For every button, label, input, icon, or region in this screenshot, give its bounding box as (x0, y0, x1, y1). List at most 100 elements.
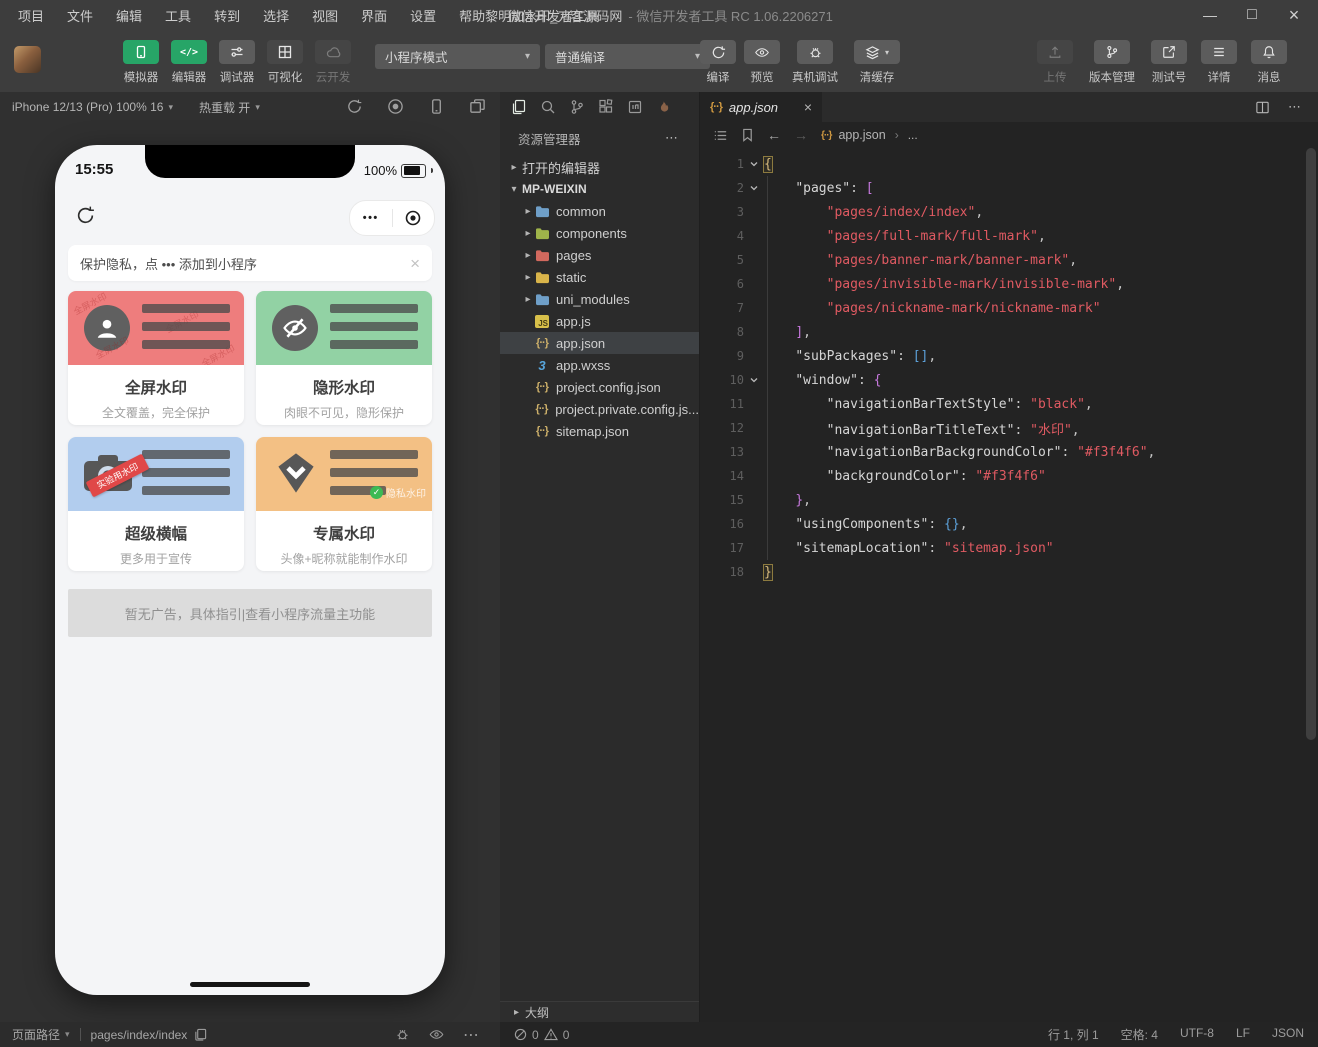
tree-item-MP-WEIXIN[interactable]: ▾ MP-WEIXIN (500, 178, 699, 200)
tree-item-app.wxss[interactable]: 3 app.wxss (500, 354, 699, 376)
menu-item-编辑[interactable]: 编辑 (112, 6, 146, 25)
code-line-15[interactable]: 15 }, (700, 488, 1318, 512)
tree-item-sitemap.json[interactable]: {··} sitemap.json (500, 420, 699, 442)
device-frame-icon[interactable] (428, 98, 445, 115)
close-button[interactable]: × (1280, 3, 1308, 27)
vconsole-bug-icon[interactable] (395, 1027, 410, 1042)
more-icon[interactable]: ⋯ (463, 1025, 480, 1045)
code-area[interactable]: 1{2 "pages": [3 "pages/index/index", 4 "p… (700, 148, 1318, 1022)
menu-item-帮助[interactable]: 帮助 (455, 6, 489, 25)
test-account-button[interactable]: 测试号 (1144, 40, 1194, 85)
menu-item-界面[interactable]: 界面 (357, 6, 391, 25)
page-path-selector[interactable]: 页面路径 (12, 1026, 60, 1043)
restart-icon[interactable] (346, 98, 363, 115)
minimize-button[interactable]: — (1196, 3, 1224, 27)
code-line-14[interactable]: 14 "backgroundColor": "#f3f4f6" (700, 464, 1318, 488)
preview-eye-icon[interactable] (429, 1027, 444, 1042)
mode-select[interactable]: 小程序模式 ▾ (375, 44, 540, 69)
compile-button[interactable]: 编译 (696, 40, 740, 85)
compile-mode-select[interactable]: 普通编译 ▾ (545, 44, 710, 69)
device-selector[interactable]: iPhone 12/13 (Pro) 100% 16 (12, 100, 163, 114)
npm-package-icon[interactable] (627, 99, 643, 115)
menu-item-工具[interactable]: 工具 (161, 6, 195, 25)
preview-button[interactable]: 预览 (740, 40, 784, 85)
capsule-close-button[interactable] (393, 209, 435, 227)
user-avatar[interactable] (14, 46, 41, 73)
code-line-9[interactable]: 9 "subPackages": [], (700, 344, 1318, 368)
tree-item-[interactable]: ▸ 打开的编辑器 (500, 156, 699, 178)
copy-path-icon[interactable] (194, 1028, 207, 1041)
status-item[interactable]: UTF-8 (1180, 1026, 1214, 1043)
details-button[interactable]: 详情 (1194, 40, 1244, 85)
code-line-1[interactable]: 1{ (700, 152, 1318, 176)
fold-chevron-icon[interactable] (744, 375, 764, 385)
menu-item-转到[interactable]: 转到 (210, 6, 244, 25)
bookmark-icon[interactable] (741, 128, 754, 142)
banner-close-icon[interactable]: × (410, 255, 420, 272)
status-item[interactable]: LF (1236, 1026, 1250, 1043)
fold-chevron-icon[interactable] (744, 183, 764, 193)
code-line-4[interactable]: 4 "pages/full-mark/full-mark", (700, 224, 1318, 248)
card-全屏水印[interactable]: 全屏水印 全屏水印 全屏水印 全屏水印全屏水印全文覆盖，完全保护 (68, 291, 244, 425)
maximize-button[interactable]: □ (1238, 3, 1266, 27)
tree-item-project.private.config.js...[interactable]: {··} project.private.config.js... (500, 398, 699, 420)
code-line-6[interactable]: 6 "pages/invisible-mark/invisible-mark", (700, 272, 1318, 296)
menu-item-选择[interactable]: 选择 (259, 6, 293, 25)
code-line-13[interactable]: 13 "navigationBarBackgroundColor": "#f3f… (700, 440, 1318, 464)
code-line-12[interactable]: 12 "navigationBarTitleText": "水印", (700, 416, 1318, 440)
menu-item-文件[interactable]: 文件 (63, 6, 97, 25)
editor-scrollbar[interactable] (1306, 148, 1316, 740)
clear-cache-button[interactable]: ▾ 清缓存 (846, 40, 908, 85)
simulator-button[interactable]: 模拟器 (117, 40, 165, 85)
multi-window-icon[interactable] (469, 98, 486, 115)
plugin-flame-icon[interactable] (656, 100, 671, 115)
tree-item-app.json[interactable]: {··} app.json (500, 332, 699, 354)
fold-chevron-icon[interactable] (744, 159, 764, 169)
tab-app-json[interactable]: {··} app.json × (700, 92, 822, 122)
tree-item-components[interactable]: ▸ components (500, 222, 699, 244)
capsule-menu-button[interactable]: ••• (350, 212, 392, 224)
tree-item-app.js[interactable]: JS app.js (500, 310, 699, 332)
tree-item-static[interactable]: ▸ static (500, 266, 699, 288)
nav-forward-icon[interactable]: → (794, 127, 808, 143)
tab-close-icon[interactable]: × (804, 99, 812, 115)
messages-button[interactable]: 消息 (1244, 40, 1294, 85)
code-line-10[interactable]: 10 "window": { (700, 368, 1318, 392)
card-专属水印[interactable]: ✓ 隐私水印 专属水印 头像+昵称就能制作水印 (256, 437, 432, 571)
code-line-11[interactable]: 11 "navigationBarTextStyle": "black", (700, 392, 1318, 416)
explorer-more-icon[interactable]: ⋯ (665, 130, 679, 146)
version-button[interactable]: 版本管理 (1080, 40, 1144, 85)
visual-button[interactable]: 可视化 (261, 40, 309, 85)
problems-indicator[interactable]: 0 0 (514, 1028, 569, 1042)
menu-item-视图[interactable]: 视图 (308, 6, 342, 25)
code-line-17[interactable]: 17 "sitemapLocation": "sitemap.json" (700, 536, 1318, 560)
explorer-files-icon[interactable] (511, 99, 527, 115)
card-隐形水印[interactable]: 隐形水印 肉眼不可见，隐形保护 (256, 291, 432, 425)
code-line-5[interactable]: 5 "pages/banner-mark/banner-mark", (700, 248, 1318, 272)
nav-back-icon[interactable]: ← (767, 127, 781, 143)
code-line-8[interactable]: 8 ], (700, 320, 1318, 344)
hot-reload-toggle[interactable]: 热重载 开 (199, 99, 250, 116)
card-超级横幅[interactable]: 实验用水印 超级横幅 更多用于宣传 (68, 437, 244, 571)
code-line-3[interactable]: 3 "pages/index/index", (700, 200, 1318, 224)
extensions-icon[interactable] (598, 99, 614, 115)
tree-item-uni_modules[interactable]: ▸ uni_modules (500, 288, 699, 310)
editor-button[interactable]: </> 编辑器 (165, 40, 213, 85)
record-icon[interactable] (387, 98, 404, 115)
breadcrumb-symbol[interactable]: ... (908, 128, 918, 142)
menu-item-设置[interactable]: 设置 (406, 6, 440, 25)
source-control-icon[interactable] (569, 99, 585, 115)
status-item[interactable]: JSON (1272, 1026, 1304, 1043)
code-line-18[interactable]: 18} (700, 560, 1318, 584)
menu-item-项目[interactable]: 项目 (14, 6, 48, 25)
status-item[interactable]: 空格: 4 (1121, 1026, 1158, 1043)
code-line-16[interactable]: 16 "usingComponents": {}, (700, 512, 1318, 536)
menu-item-微信开发者工具[interactable]: 微信开发者工具 (504, 6, 603, 25)
tree-item-pages[interactable]: ▸ pages (500, 244, 699, 266)
outline-section[interactable]: ▸ 大纲 (500, 1001, 699, 1022)
code-line-7[interactable]: 7 "pages/nickname-mark/nickname-mark" (700, 296, 1318, 320)
device-debug-button[interactable]: 真机调试 (784, 40, 846, 85)
breadcrumb-file[interactable]: app.json (838, 128, 885, 142)
search-icon[interactable] (540, 99, 556, 115)
tree-item-project.config.json[interactable]: {··} project.config.json (500, 376, 699, 398)
